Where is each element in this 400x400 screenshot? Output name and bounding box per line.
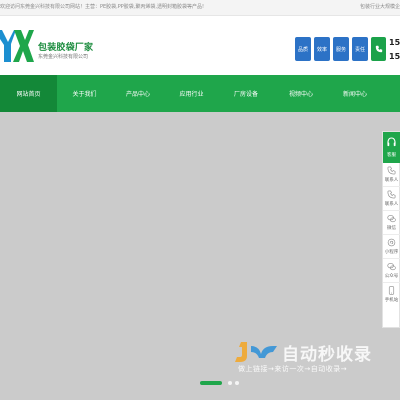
customer-service-button[interactable]: 客服 xyxy=(383,132,400,163)
official-account-icon xyxy=(387,262,396,271)
nav-label: 新闻中心 xyxy=(342,91,367,98)
contact-item-1[interactable]: 联系人 xyxy=(383,163,400,187)
mini-program-icon xyxy=(387,238,396,247)
contact-item-2[interactable]: 联系人 xyxy=(383,187,400,211)
wechat-icon xyxy=(387,214,396,223)
nav-item-factory[interactable]: 厂房设备 xyxy=(219,75,273,112)
nav-item-industries[interactable]: 应用行业 xyxy=(164,75,219,112)
phone-icon xyxy=(375,45,382,53)
top-bar: 欢迎访问东莞金兴科技有限公司网站！主营：PE胶袋,PP胶袋,聚丙烯袋,透明封箱胶… xyxy=(0,0,400,16)
nav-item-news[interactable]: 新闻中心 xyxy=(329,75,381,112)
slider-dot[interactable] xyxy=(228,381,232,385)
nav-label: 应用行业 xyxy=(179,91,204,98)
tagline-text: 包装行业大规模企 xyxy=(359,4,400,10)
brand-name[interactable]: 包装胶袋厂家 xyxy=(38,40,93,53)
efficiency-label: 效率 xyxy=(316,46,327,53)
nav-label: 产品中心 xyxy=(125,91,150,98)
contact-label: 联系人 xyxy=(384,202,399,207)
header: 包装胶袋厂家 东莞金兴科技有限公司 品质 效率 服务 责任 15 15 xyxy=(0,16,400,75)
logo-icon[interactable] xyxy=(0,30,34,62)
nav-label: 视频中心 xyxy=(288,91,313,98)
phone-icon xyxy=(387,166,396,175)
contact-label: 联系人 xyxy=(384,178,399,183)
official-account-label: 公众号 xyxy=(384,274,399,279)
quality-button[interactable]: 品质 xyxy=(295,37,311,61)
headset-icon xyxy=(387,137,396,147)
main-nav: 网站首页 关于我们 产品中心 应用行业 厂房设备 视频中心 新闻中心 xyxy=(0,75,400,112)
watermark-subtitle: 做上链接→来访一次→自动收录→ xyxy=(238,365,348,373)
official-account-item[interactable]: 公众号 xyxy=(383,259,400,283)
nav-label: 厂房设备 xyxy=(233,91,258,98)
slider-dot[interactable] xyxy=(235,381,239,385)
nav-item-products[interactable]: 产品中心 xyxy=(112,75,164,112)
phone-line-1: 15 xyxy=(389,38,400,47)
nav-item-home[interactable]: 网站首页 xyxy=(0,75,57,112)
mobile-site-label: 手机站 xyxy=(384,298,399,303)
customer-service-label: 客服 xyxy=(387,153,396,158)
quality-label: 品质 xyxy=(297,46,308,53)
wechat-item[interactable]: 微信 xyxy=(383,211,400,235)
watermark-title: 自动秒收录 xyxy=(282,345,372,365)
phone-icon xyxy=(387,190,396,199)
responsibility-label: 责任 xyxy=(354,46,365,53)
call-button[interactable] xyxy=(371,37,386,61)
mini-program-label: 小程序 xyxy=(384,250,399,255)
nav-label: 关于我们 xyxy=(72,91,97,98)
watermark-logo-icon xyxy=(235,342,277,362)
mini-program-item[interactable]: 小程序 xyxy=(383,235,400,259)
nav-item-about[interactable]: 关于我们 xyxy=(57,75,112,112)
slider-dot[interactable] xyxy=(200,381,222,385)
efficiency-button[interactable]: 效率 xyxy=(314,37,330,61)
mobile-site-item[interactable]: 手机站 xyxy=(383,283,400,307)
nav-item-videos[interactable]: 视频中心 xyxy=(273,75,329,112)
welcome-text: 欢迎访问东莞金兴科技有限公司网站！主营：PE胶袋,PP胶袋,聚丙烯袋,透明封箱胶… xyxy=(0,4,204,10)
brand-subtitle: 东莞金兴科技有限公司 xyxy=(38,54,89,60)
wechat-label: 微信 xyxy=(387,226,396,231)
service-label: 服务 xyxy=(335,46,346,53)
phone-number[interactable]: 15 15 xyxy=(389,36,400,64)
phone-line-2: 15 xyxy=(389,52,400,61)
mobile-icon xyxy=(388,286,395,295)
nav-label: 网站首页 xyxy=(16,91,41,98)
service-button[interactable]: 服务 xyxy=(333,37,349,61)
responsibility-button[interactable]: 责任 xyxy=(352,37,368,61)
floating-contact-bar: 客服 联系人 联系人 微信 小程序 公众号 手机站 xyxy=(382,131,400,328)
